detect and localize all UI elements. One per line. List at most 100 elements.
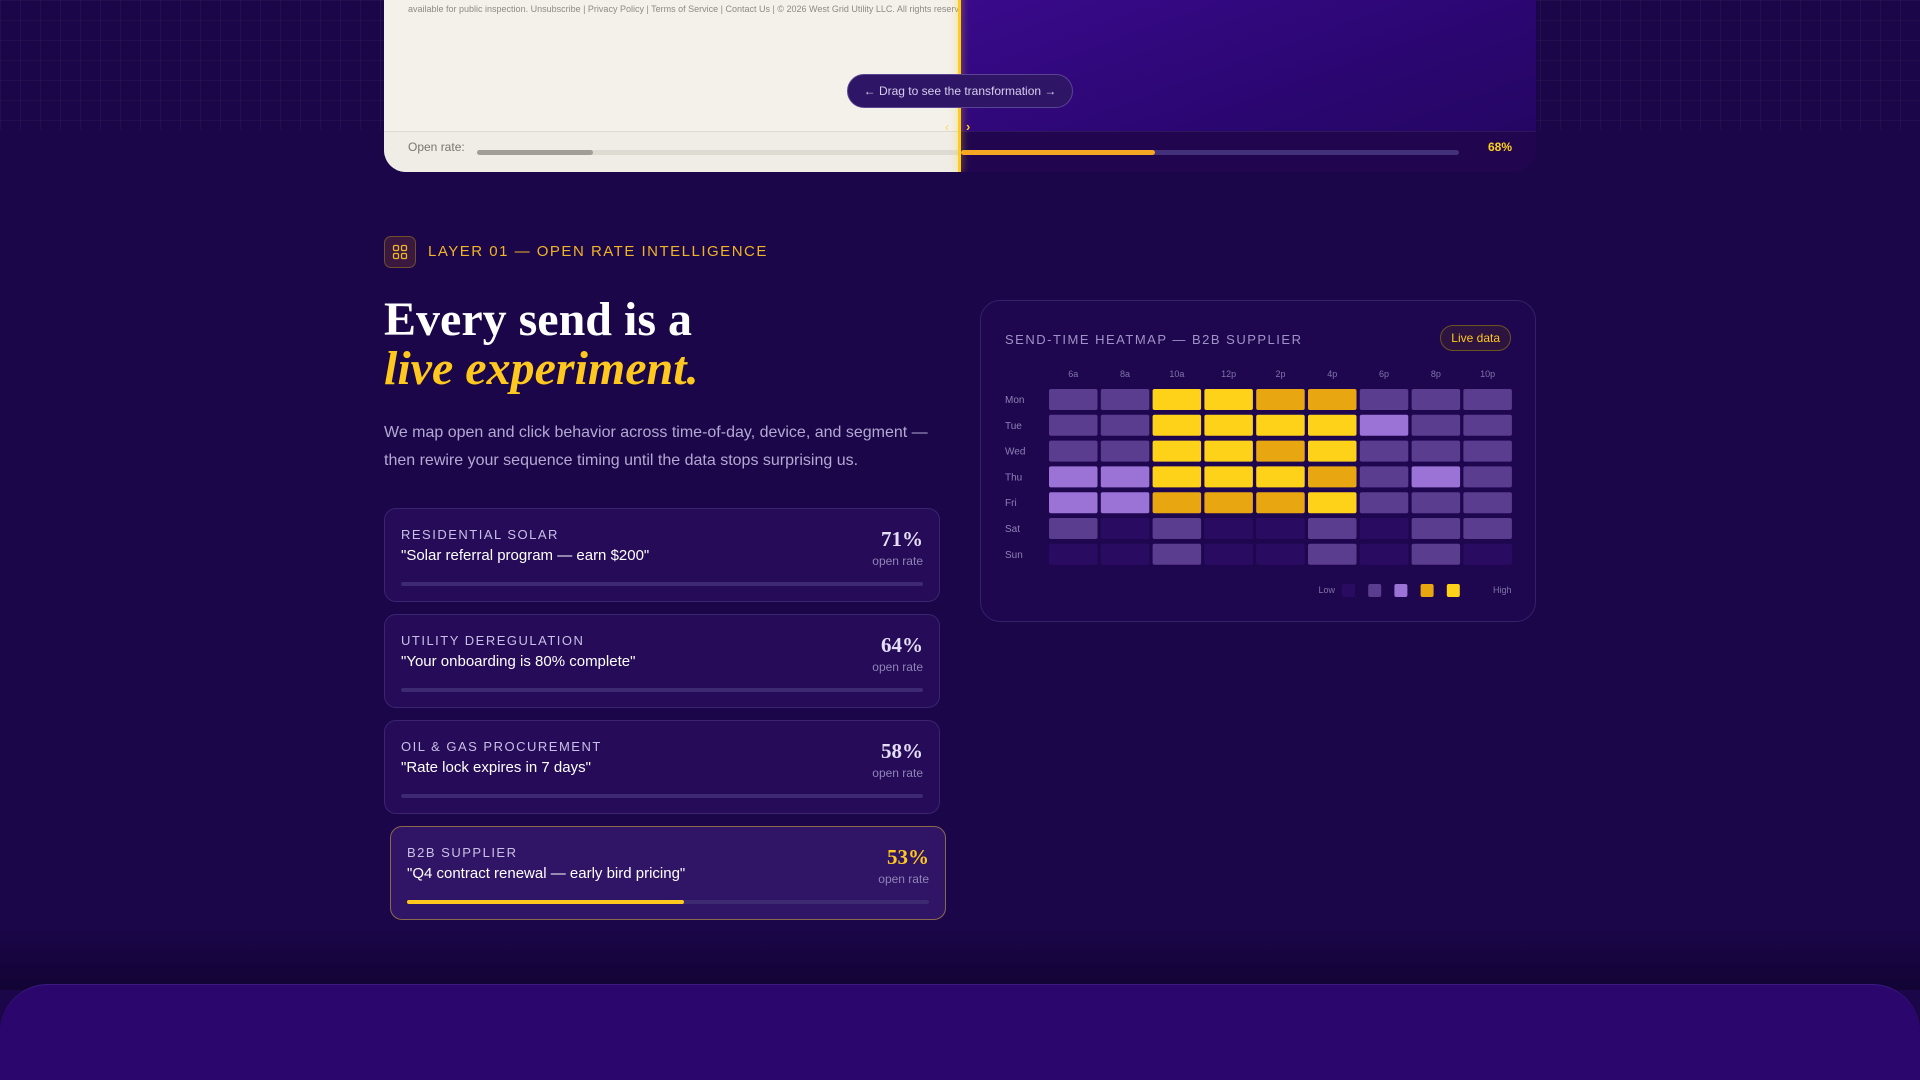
segment-subject: "Your onboarding is 80% complete": [401, 653, 636, 670]
heatmap-cell: [1359, 389, 1409, 410]
heatmap-cell: [1049, 492, 1098, 514]
heatmap-cell: [1411, 492, 1461, 514]
heatmap-cell: [1359, 543, 1409, 565]
heatmap-col-label: 8a: [1120, 369, 1130, 379]
heatmap-cell: [1204, 389, 1253, 410]
segment-progress-fill: [407, 900, 684, 904]
heatmap-cell: [1256, 518, 1305, 539]
segment-open-rate-label: open rate: [878, 872, 929, 886]
heatmap-legend-swatch: [1368, 584, 1382, 597]
heatmap-col-label: 8p: [1431, 369, 1441, 379]
segment-open-rate: 53%: [887, 845, 929, 869]
heatmap-cell: [1308, 466, 1357, 488]
heatmap-cell: [1411, 518, 1461, 539]
heatmap-col-label: 2p: [1275, 369, 1285, 379]
heatmap-cell: [1100, 543, 1150, 565]
heatmap-col-label: 6a: [1068, 369, 1078, 379]
heatmap-cell: [1359, 518, 1409, 539]
heatmap-cell: [1359, 440, 1409, 462]
heatmap-row-label: Sat: [1005, 524, 1020, 535]
heatmap-cell: [1411, 389, 1461, 410]
segment-card-oil-gas-procurement[interactable]: OIL & GAS PROCUREMENT "Rate lock expires…: [384, 720, 940, 814]
heatmap-cell: [1204, 492, 1253, 514]
heatmap-cell: [1204, 543, 1253, 565]
segment-category: OIL & GAS PROCUREMENT: [401, 739, 602, 754]
heatmap-cell: [1308, 518, 1357, 539]
segment-category: B2B SUPPLIER: [407, 845, 518, 860]
page-title: Every send is a: [384, 293, 693, 346]
heatmap-cell: [1308, 389, 1357, 410]
heatmap-cell: [1463, 389, 1512, 410]
heatmap-cell: [1049, 518, 1098, 539]
segment-category: RESIDENTIAL SOLAR: [401, 527, 559, 542]
heatmap-cell: [1463, 440, 1512, 462]
heatmap-cell: [1256, 389, 1305, 410]
heatmap-cell: [1049, 440, 1098, 462]
segment-open-rate-label: open rate: [872, 554, 923, 568]
heatmap-cell: [1049, 389, 1098, 410]
open-rate-label: Open rate:: [408, 140, 465, 154]
heatmap-cell: [1359, 492, 1409, 514]
heatmap-row-label: Fri: [1005, 498, 1017, 509]
heatmap-row-label: Sun: [1005, 550, 1023, 561]
chevron-right-icon: ›: [966, 119, 971, 134]
segment-card-b2b-supplier[interactable]: B2B SUPPLIER "Q4 contract renewal — earl…: [390, 826, 946, 920]
email-footer-text: available for public inspection. Unsubsc…: [408, 4, 968, 14]
segment-open-rate: 71%: [881, 527, 923, 551]
heatmap-cell: [1463, 414, 1512, 436]
heatmap-cell: [1256, 466, 1305, 488]
heatmap-legend-high: High: [1493, 585, 1512, 595]
heatmap-cell: [1256, 440, 1305, 462]
heatmap-cell: [1463, 466, 1512, 488]
heatmap-cell: [1152, 543, 1202, 565]
heatmap-cell: [1100, 518, 1150, 539]
heatmap-cell: [1463, 492, 1512, 514]
heatmap-row-label: Thu: [1005, 472, 1022, 483]
heatmap-legend-swatch: [1446, 584, 1460, 597]
heatmap-cell: [1152, 518, 1202, 539]
heatmap-cell: [1204, 518, 1253, 539]
heatmap-cell: [1411, 440, 1461, 462]
segment-progress-track: [407, 900, 929, 904]
heatmap-cell: [1256, 543, 1305, 565]
segment-progress-track: [401, 794, 923, 798]
segment-card-residential-solar[interactable]: RESIDENTIAL SOLAR "Solar referral progra…: [384, 508, 940, 602]
heatmap-cell: [1204, 414, 1253, 436]
heatmap-cell: [1308, 414, 1357, 436]
heatmap-cell: [1308, 440, 1357, 462]
heatmap-cell: [1308, 492, 1357, 514]
heatmap-legend-low: Low: [1318, 585, 1335, 595]
heatmap-cell: [1463, 518, 1512, 539]
segment-subject: "Solar referral program — earn $200": [401, 547, 650, 564]
segment-subject: "Rate lock expires in 7 days": [401, 759, 591, 776]
segment-open-rate-label: open rate: [872, 660, 923, 674]
segment-subject: "Q4 contract renewal — early bird pricin…: [407, 865, 686, 882]
heatmap-cell: [1463, 543, 1512, 565]
heatmap-cell: [1049, 543, 1098, 565]
heatmap-cell: [1100, 466, 1150, 488]
send-time-heatmap-card: SEND-TIME HEATMAP — B2B SUPPLIER Live da…: [980, 300, 1536, 622]
segment-card-utility-deregulation[interactable]: UTILITY DEREGULATION "Your onboarding is…: [384, 614, 940, 708]
heatmap-legend-swatch: [1342, 584, 1355, 597]
heatmap-cell: [1049, 414, 1098, 436]
segment-progress-track: [401, 582, 923, 586]
heatmap-col-label: 10p: [1480, 369, 1495, 379]
heatmap-cell: [1204, 466, 1253, 488]
heatmap-cell: [1256, 492, 1305, 514]
heatmap-legend-swatch: [1420, 584, 1434, 597]
heatmap-cell: [1411, 543, 1461, 565]
heatmap-legend-swatch: [1394, 584, 1408, 597]
segment-open-rate: 58%: [881, 739, 923, 763]
heatmap-row-label: Wed: [1005, 447, 1025, 458]
page-title-emphasis: live experiment.: [384, 342, 699, 395]
heatmap-row-label: Mon: [1005, 395, 1024, 406]
drag-hint-pill[interactable]: ← Drag to see the transformation →: [847, 74, 1073, 108]
segment-open-rate-label: open rate: [872, 766, 923, 780]
heatmap-cell: [1204, 440, 1253, 462]
heatmap-chart: 6a 8a 10a 12p 2p 4p 6p 8p 10p Mon Tue Wed Thu Fri Sat S…: [1005, 369, 1512, 597]
heatmap-cell: [1152, 466, 1202, 488]
heatmap-col-label: 4p: [1327, 369, 1337, 379]
chevron-left-icon: ‹: [945, 120, 949, 134]
heatmap-cell: [1308, 543, 1357, 565]
heatmap-cell: [1152, 440, 1202, 462]
